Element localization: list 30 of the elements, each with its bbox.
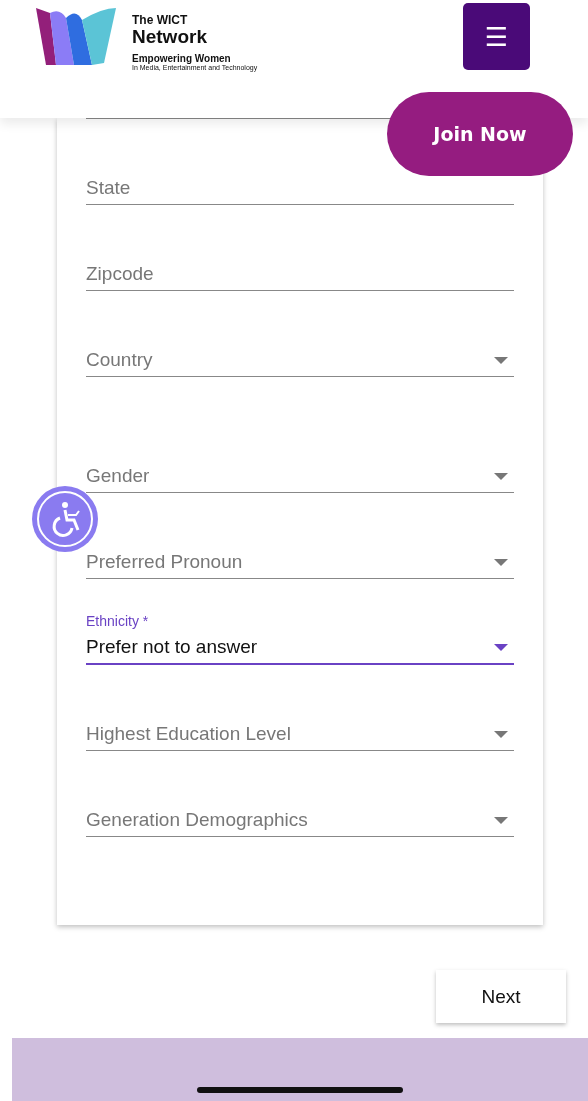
dropdown-field[interactable]: Highest Education Level — [86, 724, 514, 751]
dropdown-field[interactable]: Gender — [86, 466, 514, 493]
field-label: Ethnicity * — [86, 613, 149, 629]
caret-icon — [494, 357, 508, 364]
caret-icon — [494, 644, 508, 651]
field-placeholder: Country — [86, 350, 153, 370]
logo-icon — [36, 8, 118, 65]
field-value: Prefer not to answer — [86, 637, 258, 657]
dropdown-field[interactable]: Ethnicity * Prefer not to answer — [86, 613, 514, 665]
input-field[interactable]: State — [86, 178, 514, 205]
field-placeholder: Preferred Pronoun — [86, 552, 243, 572]
field-placeholder: Gender — [86, 466, 150, 486]
dropdown-field[interactable]: Country — [86, 350, 514, 377]
logo-text: The WICT — [132, 14, 189, 27]
menu-button[interactable]: ☰ — [463, 3, 530, 70]
logo-tagline: Empowering Women — [132, 53, 231, 64]
caret-icon — [494, 473, 508, 480]
field-placeholder: Zipcode — [86, 264, 154, 284]
field-placeholder: State — [86, 178, 131, 198]
dropdown-field[interactable]: Preferred Pronoun — [86, 552, 514, 579]
caret-icon — [494, 817, 508, 824]
dropdown-field[interactable]: Generation Demographics — [86, 810, 514, 837]
join-now-button[interactable]: Join Now — [387, 92, 573, 176]
caret-icon — [494, 559, 508, 566]
caret-icon — [494, 731, 508, 738]
field-placeholder: Highest Education Level — [86, 724, 291, 744]
input-field[interactable]: Zipcode — [86, 264, 514, 291]
next-button[interactable]: Next — [436, 970, 566, 1023]
logo-text: Network — [132, 27, 208, 47]
field-placeholder: Generation Demographics — [86, 810, 308, 830]
